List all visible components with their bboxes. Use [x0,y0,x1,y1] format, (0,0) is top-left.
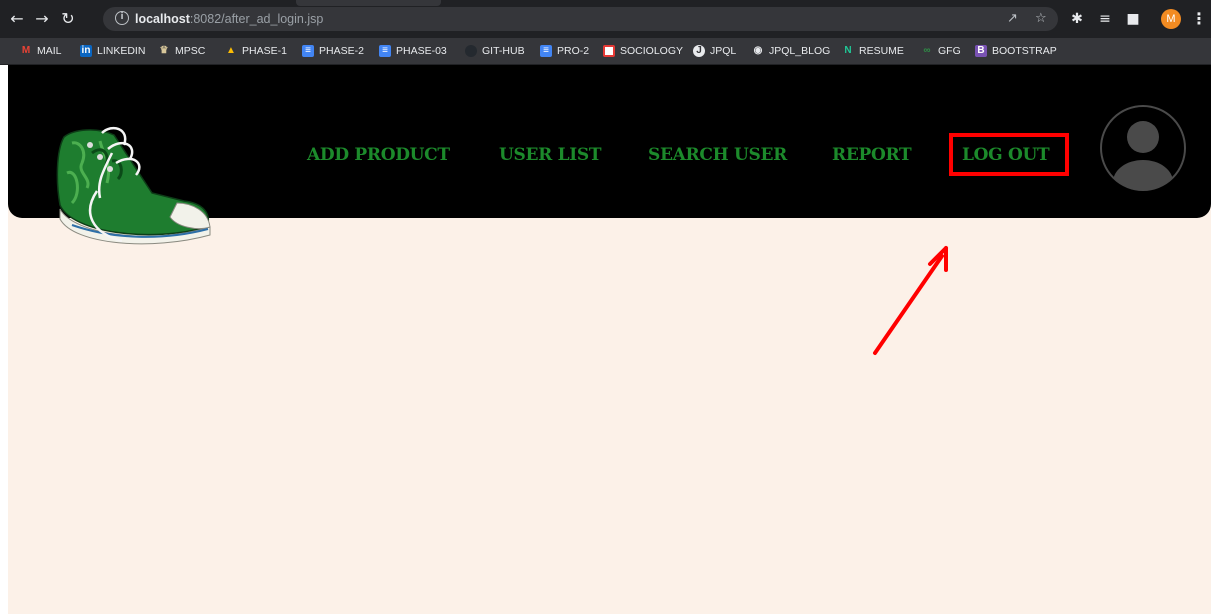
share-icon[interactable]: ↗ [1007,12,1018,26]
back-arrow-icon[interactable]: ← [8,10,26,28]
bookmark-label: GFG [938,45,961,57]
bookmark-phase-1[interactable]: ▲ PHASE-1 [225,42,287,60]
bookmark-phase-2[interactable]: ≡ PHASE-2 [302,42,364,60]
n-icon: N [844,45,852,56]
bookmark-label: SOCIOLOGY [620,45,684,57]
emblem-icon: ♛ [159,45,169,56]
bookmark-sociology[interactable]: SOCIOLOGY [603,42,683,60]
bookmark-label: PHASE-1 [242,45,287,57]
bookmark-bootstrap[interactable]: B BOOTSTRAP [975,42,1057,60]
bookmark-jpql[interactable]: J JPQL [693,42,736,60]
reload-icon[interactable]: ↻ [59,10,77,28]
bookmark-pro-2[interactable]: ≡ PRO-2 [540,42,589,60]
page-viewport: ADD PRODUCT USER LIST SEARCH USER REPORT… [0,65,1211,614]
bookmarks-bar: M MAIL in LINKEDIN ♛ MPSC ▲ PHASE-1 ≡ PHASE-2… [0,38,1211,65]
url-path: :8082/after_ad_login.jsp [189,12,324,26]
menu-kebab-icon[interactable]: ⋮ [1191,10,1207,28]
drive-icon: ▲ [226,45,236,56]
sneaker-logo[interactable] [52,123,212,253]
nav-user-list[interactable]: USER LIST [499,144,602,166]
bookmark-label: LINKEDIN [97,45,146,57]
bookmark-label: MAIL [37,45,62,57]
address-bar[interactable]: i localhost:8082/after_ad_login.jsp ↗ ☆ [103,7,1058,31]
bookmark-resume[interactable]: N RESUME [842,42,904,60]
red-square-icon [603,45,615,57]
bookmark-label: PHASE-2 [319,45,364,57]
bookmark-label: RESUME [859,45,904,57]
bookmark-label: PHASE-03 [396,45,447,57]
bookmark-label: JPQL [710,45,737,57]
bookmark-star-icon[interactable]: ☆ [1035,12,1047,26]
linkedin-icon: in [80,45,92,57]
side-panel-icon[interactable]: ■ [1124,10,1142,28]
bookmark-phase-03[interactable]: ≡ PHASE-03 [379,42,447,60]
globe-icon: ◉ [753,45,763,56]
nav-search-user[interactable]: SEARCH USER [648,144,787,166]
extensions-icon[interactable]: ✱ [1068,10,1086,28]
user-avatar-icon[interactable] [1099,104,1187,192]
bookmark-mpsc[interactable]: ♛ MPSC [158,42,206,60]
bookmark-linkedin[interactable]: in LINKEDIN [80,42,145,60]
nav-add-product[interactable]: ADD PRODUCT [307,144,450,166]
url-host: localhost [135,12,190,26]
bookmark-jpql-blog[interactable]: ◉ JPQL_BLOG [752,42,831,60]
bookmark-gfg[interactable]: ∞ GFG [921,42,961,60]
nav-report[interactable]: REPORT [832,144,912,166]
logout-highlight-box [949,133,1069,176]
gfg-icon: ∞ [923,45,931,56]
bookmark-label: PRO-2 [557,45,590,57]
gmail-icon: M [21,45,31,56]
bookmark-label: GIT-HUB [482,45,525,57]
bookmark-label: MPSC [175,45,206,57]
active-tab[interactable] [296,0,441,6]
annotation-arrow [873,246,948,355]
bookmark-git-hub[interactable]: GIT-HUB [465,42,525,60]
forward-arrow-icon[interactable]: → [33,10,51,28]
docs-icon: ≡ [540,45,552,57]
docs-icon: ≡ [302,45,314,57]
jpql-icon: J [693,45,705,57]
github-icon [465,45,477,57]
bookmark-mail[interactable]: M MAIL [20,42,62,60]
site-info-icon[interactable]: i [115,11,129,25]
browser-toolbar: ← → ↻ i localhost:8082/after_ad_login.js… [0,0,1211,38]
bookmark-label: BOOTSTRAP [992,45,1057,57]
docs-icon: ≡ [379,45,391,57]
bookmark-label: JPQL_BLOG [769,45,831,57]
bootstrap-icon: B [975,45,987,57]
profile-avatar[interactable]: M [1161,9,1181,29]
reading-list-icon[interactable]: ≡ [1096,10,1114,28]
address-url[interactable]: localhost:8082/after_ad_login.jsp [135,11,323,27]
